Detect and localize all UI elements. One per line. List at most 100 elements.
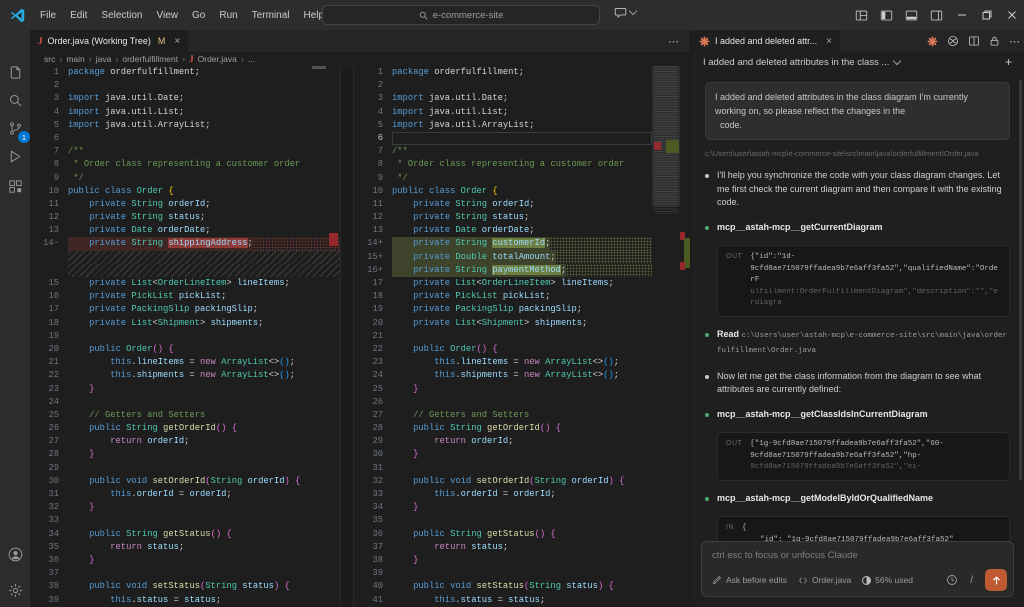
- editor-actions-more-icon[interactable]: ⋯: [668, 30, 680, 52]
- code-line[interactable]: 4import java.util.List;: [30, 106, 340, 119]
- toggle-panel-icon[interactable]: [899, 0, 924, 30]
- code-line[interactable]: 16 private PickList pickList;: [30, 290, 340, 303]
- code-line[interactable]: 3import java.util.Date;: [354, 92, 652, 105]
- settings-gear-icon[interactable]: [3, 578, 27, 602]
- chat-input-box[interactable]: ctrl esc to focus or unfocus Claude Ask …: [701, 541, 1014, 597]
- scrollbar-slider[interactable]: [312, 66, 326, 69]
- search-sidebar-icon[interactable]: [3, 88, 27, 112]
- menu-edit[interactable]: Edit: [63, 7, 94, 24]
- code-line[interactable]: 20 private List<Shipment> shipments;: [354, 317, 652, 330]
- code-line[interactable]: 32 public void setOrderId(String orderId…: [354, 475, 652, 488]
- code-line[interactable]: 8 * Order class representing a customer …: [30, 158, 340, 171]
- menu-view[interactable]: View: [150, 7, 186, 24]
- code-line[interactable]: 13 private Date orderDate;: [354, 224, 652, 237]
- code-line[interactable]: 39: [354, 567, 652, 580]
- code-line[interactable]: 12 private String status;: [30, 211, 340, 224]
- diff-modified-pane[interactable]: 1package orderfulfillment;23import java.…: [354, 66, 690, 607]
- code-line[interactable]: 17 private PackingSlip packingSlip;: [30, 303, 340, 316]
- send-button[interactable]: [985, 569, 1007, 591]
- split-editor-icon[interactable]: [968, 35, 980, 47]
- code-line[interactable]: 31: [354, 462, 652, 475]
- code-line[interactable]: 26 public String getOrderId() {: [30, 422, 340, 435]
- code-line[interactable]: 29 return orderId;: [354, 435, 652, 448]
- code-line[interactable]: 24: [30, 396, 340, 409]
- code-line[interactable]: 25 // Getters and Setters: [30, 409, 340, 422]
- code-line[interactable]: 21 this.lineItems = new ArrayList<>();: [30, 356, 340, 369]
- code-line[interactable]: 2: [30, 79, 340, 92]
- code-line[interactable]: 23 this.lineItems = new ArrayList<>();: [354, 356, 652, 369]
- attached-file-chip[interactable]: Order.java: [798, 575, 851, 585]
- code-line[interactable]: 28 }: [30, 448, 340, 461]
- new-chat-button[interactable]: +: [1005, 55, 1012, 69]
- slash-commands-button[interactable]: /: [970, 575, 973, 586]
- code-line[interactable]: 3import java.util.Date;: [30, 92, 340, 105]
- code-line[interactable]: 26: [354, 396, 652, 409]
- menu-selection[interactable]: Selection: [94, 7, 149, 24]
- code-line[interactable]: 2: [354, 79, 652, 92]
- restore-button[interactable]: [974, 0, 999, 30]
- code-line[interactable]: 30 }: [354, 448, 652, 461]
- code-line[interactable]: 36 public String getStatus() {: [354, 528, 652, 541]
- code-line[interactable]: 10public class Order {: [30, 185, 340, 198]
- explorer-icon[interactable]: [3, 60, 27, 84]
- toggle-sidebar-left-icon[interactable]: [874, 0, 899, 30]
- code-line[interactable]: 38 }: [354, 554, 652, 567]
- code-line[interactable]: 6: [354, 132, 652, 145]
- history-clock-icon[interactable]: [946, 574, 958, 586]
- copilot-chat-button[interactable]: [614, 6, 636, 19]
- code-line[interactable]: 15 private List<OrderLineItem> lineItems…: [30, 277, 340, 290]
- code-line[interactable]: 39 this.status = status;: [30, 594, 340, 607]
- code-line[interactable]: 18 private PickList pickList;: [354, 290, 652, 303]
- code-line[interactable]: 10public class Order {: [354, 185, 652, 198]
- code-line[interactable]: 9 */: [354, 172, 652, 185]
- code-line[interactable]: 5import java.util.ArrayList;: [354, 119, 652, 132]
- code-line[interactable]: 19: [30, 330, 340, 343]
- code-line[interactable]: 37 return status;: [354, 541, 652, 554]
- breadcrumb-item[interactable]: main: [66, 54, 84, 64]
- breadcrumb-item[interactable]: java: [96, 54, 112, 64]
- code-line[interactable]: 13 private Date orderDate;: [30, 224, 340, 237]
- code-line[interactable]: 37: [30, 567, 340, 580]
- chat-tab[interactable]: I added and deleted attr... ×: [691, 30, 840, 52]
- code-line[interactable]: 27 return orderId;: [30, 435, 340, 448]
- breadcrumb-item[interactable]: orderfulfillment: [122, 54, 178, 64]
- claude-icon[interactable]: [927, 36, 938, 47]
- code-line[interactable]: 1package orderfulfillment;: [354, 66, 652, 79]
- code-line[interactable]: [30, 251, 340, 264]
- code-line[interactable]: 16+ private String paymentMethod;: [354, 264, 652, 277]
- chat-tab-close-icon[interactable]: ×: [826, 36, 832, 47]
- menu-file[interactable]: File: [33, 7, 63, 24]
- code-line[interactable]: 22 public Order() {: [354, 343, 652, 356]
- code-line[interactable]: 6: [30, 132, 340, 145]
- code-line[interactable]: 17 private List<OrderLineItem> lineItems…: [354, 277, 652, 290]
- code-line[interactable]: 15+ private Double totalAmount;: [354, 251, 652, 264]
- code-line[interactable]: 22 this.shipments = new ArrayList<>();: [30, 369, 340, 382]
- tab-close-icon[interactable]: ×: [174, 36, 180, 47]
- code-line[interactable]: 30 public void setOrderId(String orderId…: [30, 475, 340, 488]
- code-line[interactable]: 11 private String orderId;: [30, 198, 340, 211]
- account-icon[interactable]: [3, 542, 27, 566]
- tab-order-java[interactable]: J Order.java (Working Tree) M ×: [30, 30, 189, 52]
- code-line[interactable]: 33 this.orderId = orderId;: [354, 488, 652, 501]
- lock-icon[interactable]: [989, 35, 1000, 47]
- code-line[interactable]: 33: [30, 514, 340, 527]
- breadcrumb-item[interactable]: ...: [248, 54, 255, 64]
- breadcrumb-item[interactable]: src: [44, 54, 55, 64]
- code-line[interactable]: 31 this.orderId = orderId;: [30, 488, 340, 501]
- menu-terminal[interactable]: Terminal: [245, 7, 297, 24]
- code-line[interactable]: 35: [354, 514, 652, 527]
- code-line[interactable]: 12 private String status;: [354, 211, 652, 224]
- menu-run[interactable]: Run: [212, 7, 244, 24]
- code-line[interactable]: 23 }: [30, 383, 340, 396]
- chat-more-icon[interactable]: ⋯: [1009, 35, 1020, 48]
- code-line[interactable]: 40 public void setStatus(String status) …: [354, 580, 652, 593]
- chat-session-header[interactable]: I added and deleted attributes in the cl…: [691, 52, 1024, 72]
- breadcrumb[interactable]: src›main›java›orderfulfillment›JOrder.ja…: [30, 52, 690, 66]
- toggle-sidebar-right-icon[interactable]: [924, 0, 949, 30]
- code-line[interactable]: 32 }: [30, 501, 340, 514]
- code-line[interactable]: 19 private PackingSlip packingSlip;: [354, 303, 652, 316]
- code-line[interactable]: 18 private List<Shipment> shipments;: [30, 317, 340, 330]
- chat-transcript[interactable]: I added and deleted attributes in the cl…: [691, 72, 1024, 607]
- minimap-slider[interactable]: [652, 66, 680, 206]
- code-line[interactable]: 24 this.shipments = new ArrayList<>();: [354, 369, 652, 382]
